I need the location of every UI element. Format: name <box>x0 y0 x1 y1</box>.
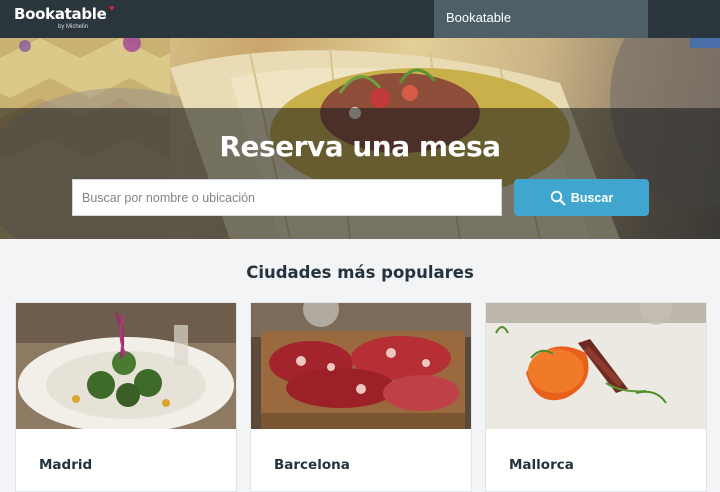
top-bar: Bookatable ♥ by Michelin Bookatable <box>0 0 720 38</box>
city-name: Madrid <box>39 457 93 473</box>
nav-brand-tab[interactable]: Bookatable <box>434 0 648 38</box>
city-card-mallorca[interactable]: Mallorca <box>485 302 707 492</box>
city-card-madrid[interactable]: Madrid <box>15 302 237 492</box>
city-card-barcelona[interactable]: Barcelona <box>250 302 472 492</box>
section-title: Ciudades más populares <box>246 263 474 282</box>
city-name: Mallorca <box>509 457 574 473</box>
heart-icon: ♥ <box>109 3 115 13</box>
city-name: Barcelona <box>274 457 350 473</box>
hero-title: Reserva una mesa <box>219 130 501 163</box>
search-input[interactable] <box>72 179 502 216</box>
city-card-image <box>251 303 471 429</box>
search-button[interactable]: Buscar <box>514 179 649 216</box>
logo-subtitle: by Michelin <box>58 24 89 30</box>
city-card-image <box>16 303 236 429</box>
city-card-image <box>486 303 706 429</box>
search-button-label: Buscar <box>570 190 614 205</box>
search-icon <box>550 190 566 205</box>
logo-wordmark: Bookatable <box>14 5 107 23</box>
hero-overlay <box>0 108 720 239</box>
bookatable-logo[interactable]: Bookatable ♥ by Michelin <box>14 3 115 30</box>
hero-banner: Reserva una mesa Buscar <box>0 38 720 239</box>
